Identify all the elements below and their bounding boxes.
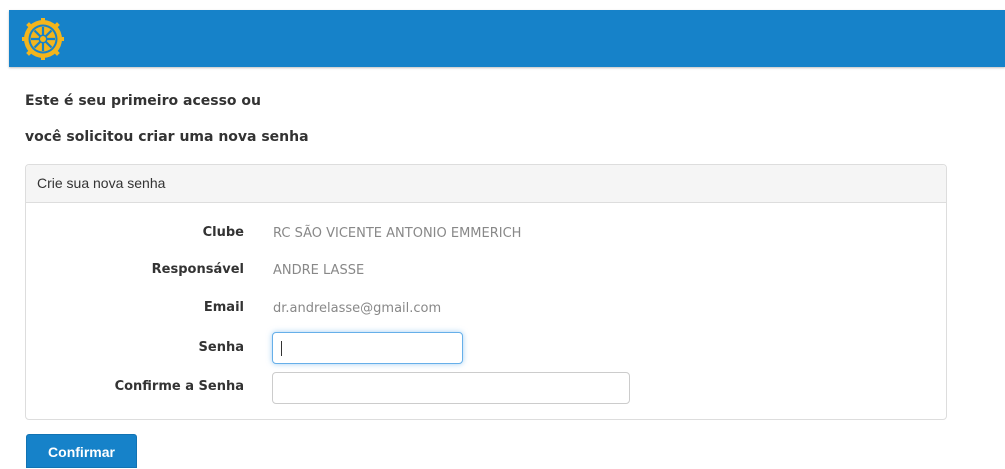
password-input[interactable]: [272, 332, 463, 364]
rotary-wheel-icon: [22, 18, 64, 60]
text-caret: [281, 341, 282, 356]
confirm-password-label: Confirme a Senha: [114, 379, 244, 394]
panel-title: Crie sua nova senha: [26, 165, 946, 203]
clube-label: Clube: [202, 225, 244, 240]
confirm-password-input[interactable]: [272, 372, 630, 404]
top-bar: [9, 10, 1005, 67]
email-label: Email: [203, 300, 244, 315]
responsavel-value: ANDRE LASSE: [273, 263, 365, 278]
new-password-panel: Crie sua nova senha Clube RC SÃO VICENTE…: [25, 164, 947, 420]
intro-line-2: você solicitou criar uma nova senha: [25, 129, 309, 145]
confirm-button[interactable]: Confirmar: [26, 434, 137, 468]
senha-label: Senha: [198, 340, 244, 355]
clube-value: RC SÃO VICENTE ANTONIO EMMERICH: [273, 226, 522, 241]
email-value: dr.andrelasse@gmail.com: [273, 301, 442, 316]
intro-line-1: Este é seu primeiro acesso ou: [25, 93, 261, 109]
responsavel-label: Responsável: [151, 262, 244, 277]
